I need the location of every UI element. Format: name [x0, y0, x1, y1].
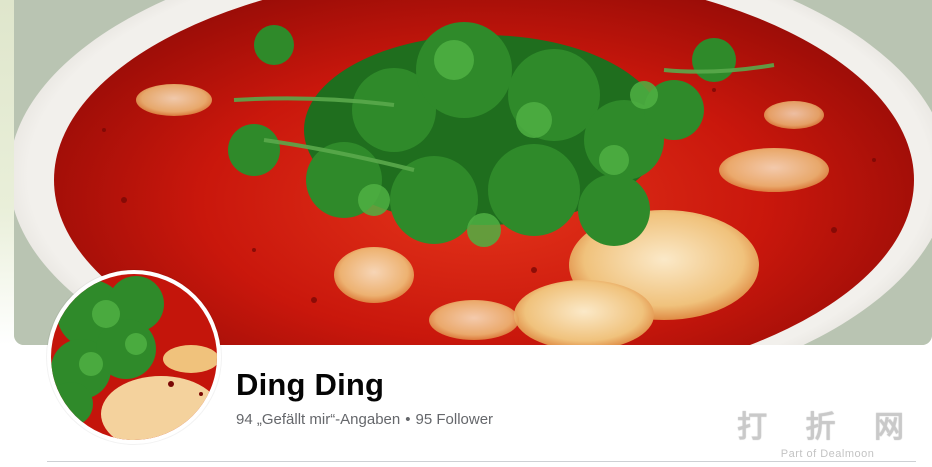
watermark-subtitle: Part of Dealmoon	[780, 448, 875, 460]
followers-count[interactable]: 95 Follower	[416, 411, 494, 428]
page-title: Ding Ding	[236, 367, 385, 402]
likes-count[interactable]: 94 „Gefällt mir“-Angaben	[236, 411, 400, 428]
header-divider	[47, 461, 916, 462]
facebook-page-header: Ding Ding 94 „Gefällt mir“-Angaben • 95 Fo…	[0, 0, 932, 467]
page-stats: 94 „Gefällt mir“-Angaben • 95 Follower	[236, 411, 493, 428]
background-strip	[0, 0, 14, 345]
profile-picture[interactable]	[47, 270, 221, 444]
watermark: 打 折 网 Part of Dealmoon	[737, 402, 918, 460]
watermark-title: 打 折 网	[737, 410, 918, 445]
profile-picture-image	[51, 274, 217, 440]
stats-separator: •	[405, 411, 411, 428]
